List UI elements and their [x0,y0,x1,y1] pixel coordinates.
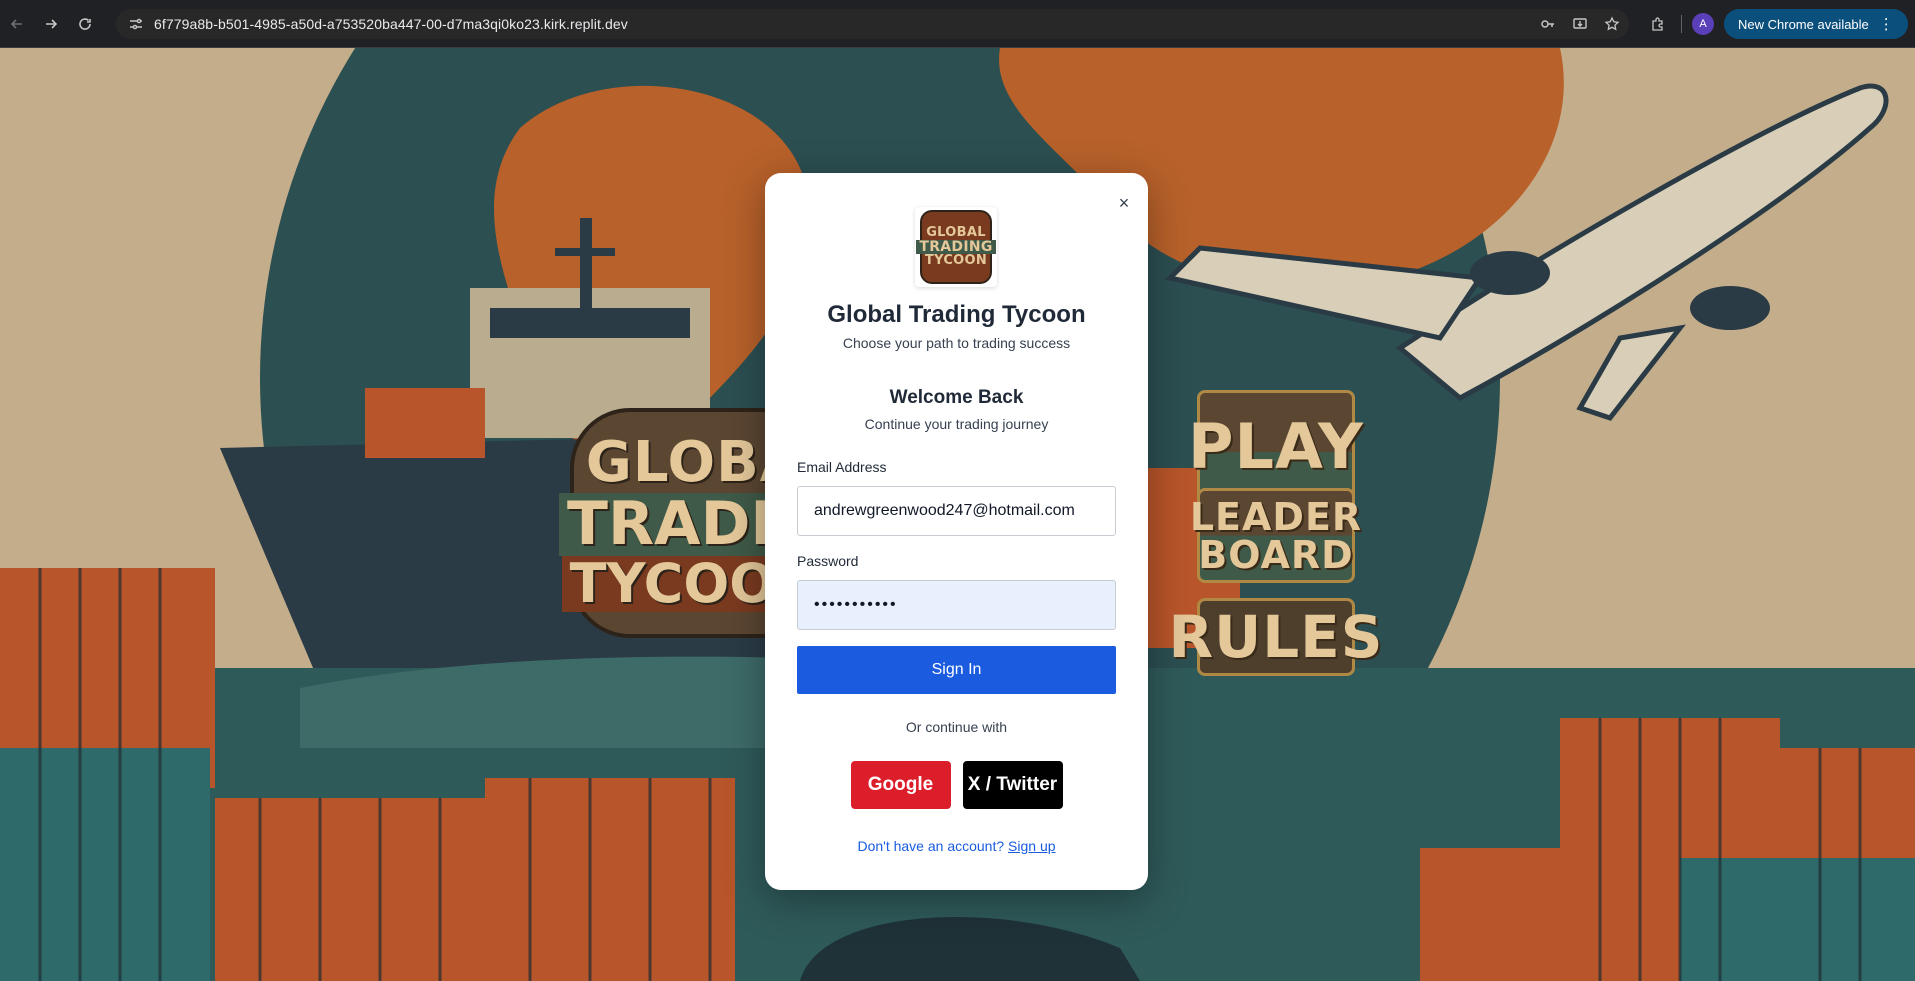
or-continue-text: Or continue with [905,719,1008,735]
more-vert-icon: ⋮ [1878,15,1894,33]
google-login-button[interactable]: Google [850,761,951,809]
url-text[interactable]: 6f779a8b-b501-4985-a50d-a753520ba447-00-… [154,16,628,32]
email-field[interactable] [797,486,1116,536]
password-field[interactable] [797,580,1116,630]
update-chip-label: New Chrome available [1738,16,1869,32]
login-modal: × GLOBAL TRADING TYCOON Global Trading T… [765,173,1148,890]
toolbar-divider [1681,15,1682,33]
address-bar[interactable]: 6f779a8b-b501-4985-a50d-a753520ba447-00-… [116,9,1629,39]
browser-toolbar: 6f779a8b-b501-4985-a50d-a753520ba447-00-… [0,0,1915,48]
extensions-icon[interactable] [1645,11,1671,37]
email-label: Email Address [797,459,887,475]
site-settings-icon[interactable] [122,10,150,38]
reload-icon[interactable] [70,9,100,39]
close-icon[interactable]: × [1114,193,1134,213]
signup-prompt-text: Don't have an account? [857,838,1005,854]
profile-avatar[interactable]: A [1692,13,1714,35]
key-icon[interactable] [1535,11,1561,37]
back-icon[interactable] [2,9,32,39]
forward-icon[interactable] [36,9,66,39]
bookmark-star-icon[interactable] [1599,11,1625,37]
rules-menu-label: RULES [1168,603,1384,671]
twitter-login-button[interactable]: X / Twitter [962,761,1063,809]
play-menu-label: PLAY [1188,409,1364,483]
leaderboard-menu-label-line2: BOARD [1198,532,1354,577]
chrome-update-button[interactable]: New Chrome available ⋮ [1724,9,1908,39]
password-label: Password [797,553,859,569]
social-login-row: Google X / Twitter [765,761,1148,809]
app-title: Global Trading Tycoon [827,301,1086,328]
welcome-subtitle: Continue your trading journey [864,416,1049,432]
play-menu-button[interactable]: PLAY [1188,390,1363,503]
app-subtitle: Choose your path to trading success [842,335,1071,351]
logo-badge: GLOBAL TRADING TYCOON [916,210,996,284]
install-app-icon[interactable] [1567,11,1593,37]
signup-prompt: Don't have an account? Sign up [765,838,1148,854]
logo-line1: GLOBAL [926,225,986,241]
sign-in-button[interactable]: Sign In [797,646,1116,694]
app-logo: GLOBAL TRADING TYCOON [915,207,997,287]
leaderboard-menu-label-line1: LEADER [1189,494,1363,539]
logo-line3: TYCOON [924,253,988,269]
welcome-title: Welcome Back [889,387,1024,408]
leaderboard-menu-button[interactable]: LEADER BOARD [1190,488,1361,583]
logo-line2: TRADING [916,239,996,255]
rules-menu-button[interactable]: RULES [1168,598,1383,676]
signup-link[interactable]: Sign up [1008,838,1055,854]
